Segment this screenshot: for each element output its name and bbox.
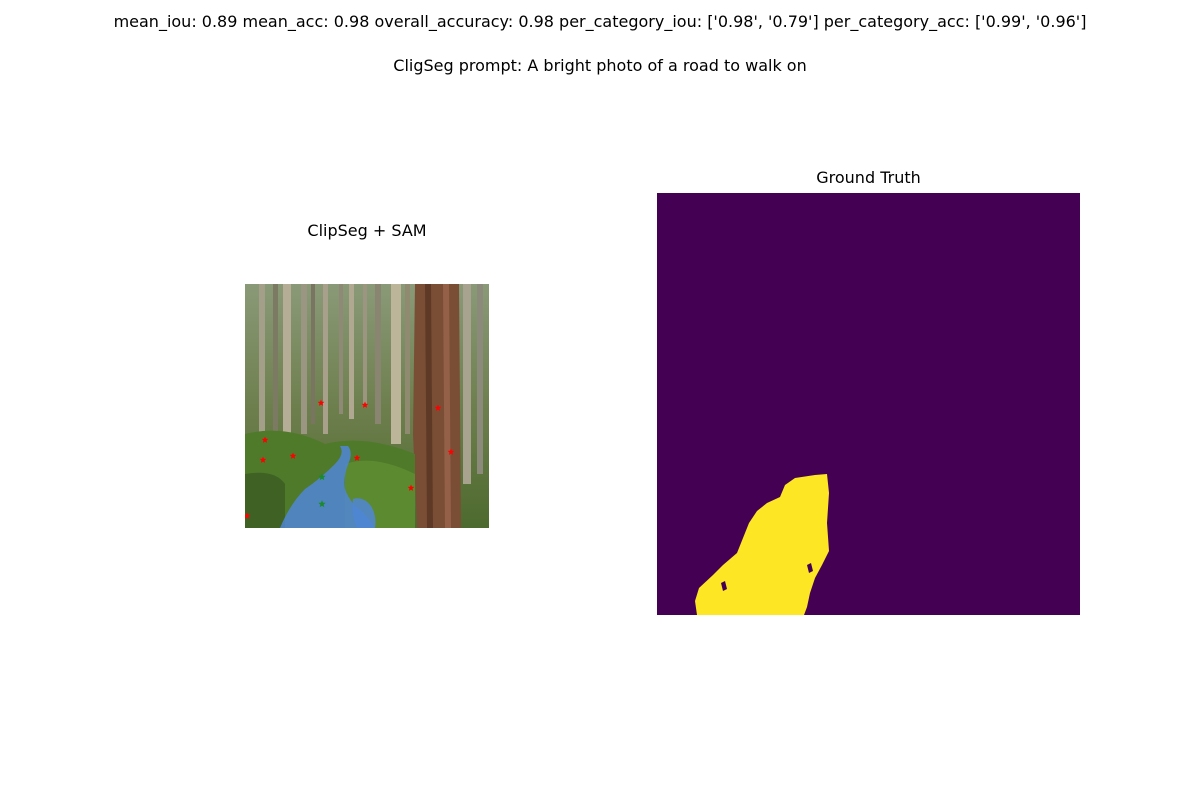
ground-truth-mask-image bbox=[657, 193, 1080, 615]
prompt-text: CligSeg prompt: A bright photo of a road… bbox=[393, 56, 807, 75]
large-tree-trunk bbox=[413, 284, 461, 528]
ground-truth-panel-title: Ground Truth bbox=[816, 168, 921, 187]
metrics-summary: mean_iou: 0.89 mean_acc: 0.98 overall_ac… bbox=[113, 12, 1087, 31]
prediction-panel-title: ClipSeg + SAM bbox=[307, 221, 427, 240]
mask-background bbox=[657, 193, 1080, 615]
ground-truth-mask bbox=[657, 193, 1080, 615]
forest-photo-with-mask bbox=[245, 284, 489, 528]
prediction-image bbox=[245, 284, 489, 528]
